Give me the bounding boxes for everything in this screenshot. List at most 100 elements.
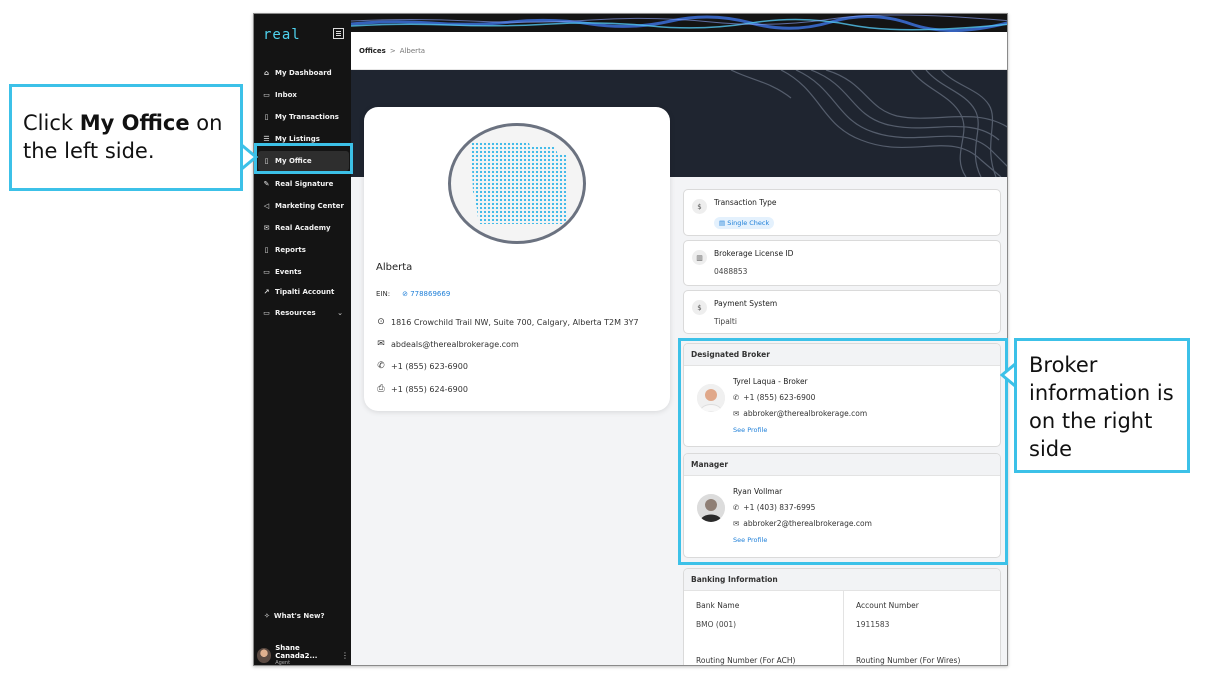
breadcrumb-separator: > (389, 46, 396, 55)
fax-icon: ⎙ (377, 384, 385, 394)
sidebar-item-label: Real Signature (275, 180, 334, 188)
mail-icon: ✉ (377, 339, 385, 349)
user-name: Shane Canada2... (275, 644, 318, 660)
location-pin-icon: ⊙ (377, 317, 385, 327)
broker-info-callout: Broker information is on the right side (1014, 338, 1190, 473)
transaction-type-card: $ Transaction Type ▤ Single Check (683, 189, 1001, 236)
payment-label: Payment System (714, 299, 778, 308)
ein-row: EIN: ⊘ 778869669 (376, 290, 450, 298)
home-icon: ⌂ (263, 69, 269, 77)
routing-ach-label: Routing Number (For ACH) (696, 656, 796, 665)
phone-row: ✆ +1 (855) 623-6900 (376, 361, 468, 371)
sidebar-item-real-signature[interactable]: ✎ Real Signature (258, 174, 349, 194)
single-check-label: Single Check (727, 219, 770, 227)
calendar-icon: ▭ (263, 268, 270, 276)
collapse-sidebar-icon[interactable] (333, 28, 344, 39)
user-menu[interactable]: Shane Canada2... Agent ⋮ (257, 644, 349, 666)
office-fax: +1 (855) 624-6900 (391, 384, 468, 394)
sidebar-item-real-academy[interactable]: ✉ Real Academy (258, 218, 349, 238)
province-map-image (448, 123, 586, 244)
sidebar: real ⌂ My Dashboard ▭ Inbox ▯ My Transactions… (254, 14, 351, 665)
inbox-icon: ▭ (263, 91, 270, 99)
payment-system-card: $ Payment System Tipalti (683, 290, 1001, 334)
my-office-highlight (254, 143, 353, 174)
user-role: Agent (275, 660, 291, 666)
sidebar-item-label: My Listings (275, 135, 320, 143)
office-email[interactable]: abdeals@therealbrokerage.com (391, 340, 519, 349)
office-card: Alberta EIN: ⊘ 778869669 ⊙ 1816 Crowchil… (364, 107, 670, 411)
megaphone-icon: ◁ (263, 202, 270, 210)
real-logo[interactable]: real (263, 27, 301, 43)
banking-card: Banking Information Bank Name BMO (001) … (683, 568, 1001, 665)
sidebar-item-label: My Dashboard (275, 69, 332, 77)
breadcrumb-offices-link[interactable]: Offices (359, 47, 386, 55)
callout-left-bold: My Office (79, 111, 190, 135)
callout-right-text: Broker information is on the right side (1029, 353, 1174, 461)
tutorial-screenshot: real ⌂ My Dashboard ▭ Inbox ▯ My Transactions… (0, 0, 1210, 679)
sidebar-item-label: Marketing Center (275, 202, 344, 210)
sidebar-item-inbox[interactable]: ▭ Inbox (258, 85, 349, 105)
sidebar-item-label: Inbox (275, 91, 297, 99)
single-check-chip: ▤ Single Check (714, 217, 775, 229)
sidebar-item-tipalti-account[interactable]: ↗ Tipalti Account (258, 282, 349, 302)
whats-new-label: What's New? (273, 612, 325, 620)
dollar-icon: $ (692, 300, 707, 315)
sidebar-item-label: Events (275, 268, 302, 276)
routing-wires-label: Routing Number (For Wires) (856, 656, 961, 665)
account-number-value: 1911583 (856, 620, 890, 629)
ein-value-link[interactable]: ⊘ 778869669 (402, 290, 450, 298)
sidebar-item-label: My Transactions (275, 113, 339, 121)
reports-icon: ▯ (264, 246, 269, 254)
sidebar-item-label: Resources (275, 309, 316, 317)
banking-col-left: Bank Name BMO (001) Routing Number (For … (684, 591, 843, 665)
sidebar-item-my-dashboard[interactable]: ⌂ My Dashboard (258, 63, 349, 83)
fax-row: ⎙ +1 (855) 624-6900 (376, 384, 468, 394)
sidebar-item-resources[interactable]: ▭ Resources ⌄ (258, 303, 349, 323)
breadcrumb-current: Alberta (399, 46, 426, 55)
listings-icon: ☰ (263, 135, 270, 143)
ein-value: 778869669 (410, 290, 451, 298)
dollar-icon: $ (692, 199, 707, 214)
building-icon: ▥ (692, 250, 707, 265)
address-row: ⊙ 1816 Crowchild Trail NW, Suite 700, Ca… (376, 317, 639, 327)
alberta-map-dots (471, 142, 567, 224)
bank-name-value: BMO (001) (696, 620, 737, 629)
chevron-down-icon[interactable]: ⌄ (337, 309, 343, 317)
whats-new-button[interactable]: ✧ What's New? (264, 612, 325, 620)
bank-name-label: Bank Name (696, 601, 740, 610)
folder-icon: ▭ (263, 309, 270, 317)
sidebar-item-label: Tipalti Account (275, 288, 335, 296)
banking-heading: Banking Information (684, 569, 1000, 591)
transaction-type-label: Transaction Type (714, 198, 777, 207)
external-link-icon: ↗ (263, 288, 270, 296)
more-options-icon[interactable]: ⋮ (341, 651, 349, 660)
academy-icon: ✉ (263, 224, 270, 232)
office-name: Alberta (376, 262, 413, 273)
account-number-label: Account Number (856, 601, 919, 610)
transactions-icon: ▯ (264, 113, 269, 121)
office-phone[interactable]: +1 (855) 623-6900 (391, 362, 468, 371)
ein-label: EIN: (376, 290, 391, 298)
license-value: 0488853 (714, 267, 748, 276)
license-label: Brokerage License ID (714, 249, 794, 258)
breadcrumb: Offices > Alberta (351, 32, 1007, 70)
email-row: ✉ abdeals@therealbrokerage.com (376, 339, 519, 349)
callout-left-pre: Click (23, 111, 80, 135)
sparkle-icon: ✧ (264, 612, 270, 620)
sidebar-item-label: Real Academy (275, 224, 331, 232)
top-banner-strip (351, 14, 1007, 32)
signature-icon: ✎ (263, 180, 270, 188)
sidebar-item-events[interactable]: ▭ Events (258, 262, 349, 282)
banking-col-right: Account Number 1911583 Routing Number (F… (843, 591, 1000, 665)
sidebar-item-marketing-center[interactable]: ◁ Marketing Center (258, 196, 349, 216)
user-avatar (257, 647, 272, 663)
my-office-callout: Click My Office on the left side. (9, 84, 243, 191)
sidebar-item-reports[interactable]: ▯ Reports (258, 240, 349, 260)
sidebar-item-label: Reports (275, 246, 306, 254)
broker-info-highlight (678, 338, 1008, 565)
license-card: ▥ Brokerage License ID 0488853 (683, 240, 1001, 286)
payment-value: Tipalti (714, 317, 737, 326)
office-address: 1816 Crowchild Trail NW, Suite 700, Calg… (391, 317, 639, 327)
sidebar-item-my-transactions[interactable]: ▯ My Transactions (258, 107, 349, 127)
phone-icon: ✆ (377, 361, 385, 371)
